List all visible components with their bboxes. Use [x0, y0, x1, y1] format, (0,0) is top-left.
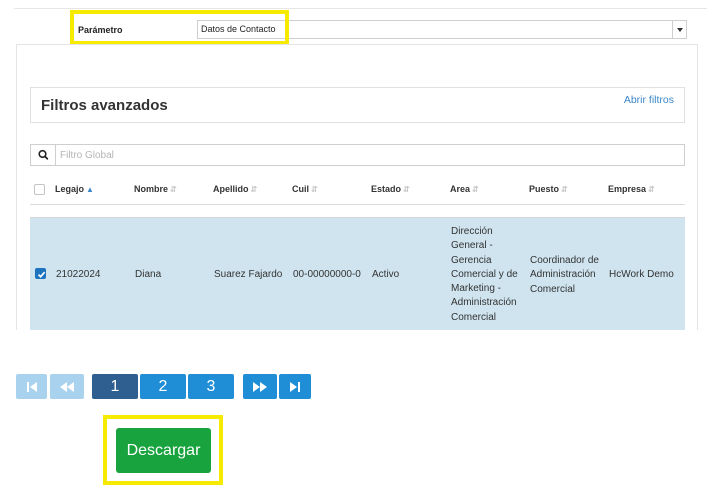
download-button[interactable]: Descargar: [116, 428, 211, 473]
cell-cuil: 00-00000000-0: [293, 269, 361, 280]
page-button-1[interactable]: 1: [92, 374, 138, 399]
sort-icon: ⇵: [250, 185, 258, 194]
next-page-icon: [253, 381, 267, 392]
caret-down-icon[interactable]: [672, 21, 686, 38]
first-page-icon: [26, 381, 37, 392]
column-header-estado[interactable]: Estado ⇵: [371, 184, 410, 194]
first-page-button[interactable]: [16, 374, 47, 399]
cell-area: Dirección General - Gerencia Comercial y…: [451, 226, 518, 323]
cell-apellido: Suarez Fajardo: [214, 269, 283, 280]
search-icon: [31, 145, 56, 165]
next-page-button[interactable]: [243, 374, 277, 399]
previous-page-button[interactable]: [50, 374, 84, 399]
cell-estado: Activo: [372, 269, 400, 280]
results-panel: Filtros avanzados Abrir filtros Legajo▲︎…: [16, 44, 698, 330]
table-header: Legajo ▲︎ Nombre ⇵ Apellido ⇵ Cuil ⇵ Estado ⇵…: [30, 175, 685, 205]
select-all-checkbox[interactable]: [34, 184, 45, 195]
advanced-filters-box: Filtros avanzados Abrir filtros: [30, 87, 685, 123]
page-button-3[interactable]: 3: [188, 374, 234, 399]
global-filter-input[interactable]: [57, 145, 683, 165]
parameter-highlight-box: [70, 10, 289, 45]
previous-page-icon: [60, 381, 74, 392]
row-checkbox[interactable]: [35, 268, 46, 279]
sort-icon: ⇵: [170, 185, 177, 194]
last-page-button[interactable]: [279, 374, 311, 399]
pagination: 1 2 3: [0, 374, 320, 399]
sort-icon: ⇵: [561, 185, 568, 194]
table-row[interactable]: 21022024 Diana Suarez Fajardo 00-0000000…: [30, 218, 685, 330]
column-header-puesto[interactable]: Puesto ⇵: [529, 184, 568, 194]
column-header-area[interactable]: Area ⇵: [450, 184, 479, 194]
sort-icon: ⇵: [311, 185, 318, 194]
sort-icon: ⇵: [472, 185, 479, 194]
column-header-nombre[interactable]: Nombre ⇵: [134, 184, 177, 194]
global-filter: [30, 144, 685, 166]
cell-puesto: Coordinador de Administración Comercial: [530, 255, 599, 295]
column-header-empresa[interactable]: Empresa ⇵: [608, 184, 655, 194]
cell-legajo: 21022024: [56, 269, 101, 280]
column-header-apellido[interactable]: Apellido ⇵: [213, 184, 257, 194]
top-divider: [14, 8, 707, 9]
last-page-icon: [290, 381, 300, 392]
cell-empresa: HcWork Demo: [609, 269, 674, 280]
check-icon: [37, 271, 46, 278]
column-header-legajo[interactable]: Legajo ▲︎: [55, 184, 94, 194]
cell-nombre: Diana: [135, 269, 162, 280]
sort-icon: ⇵: [403, 185, 410, 194]
sort-asc-icon: ▲︎: [86, 185, 94, 194]
page-button-2[interactable]: 2: [140, 374, 186, 399]
open-filters-link[interactable]: Abrir filtros: [624, 94, 674, 106]
advanced-filters-title: Filtros avanzados: [41, 97, 168, 114]
column-header-cuil[interactable]: Cuil ⇵: [292, 184, 318, 194]
sort-icon: ⇵: [648, 185, 655, 194]
